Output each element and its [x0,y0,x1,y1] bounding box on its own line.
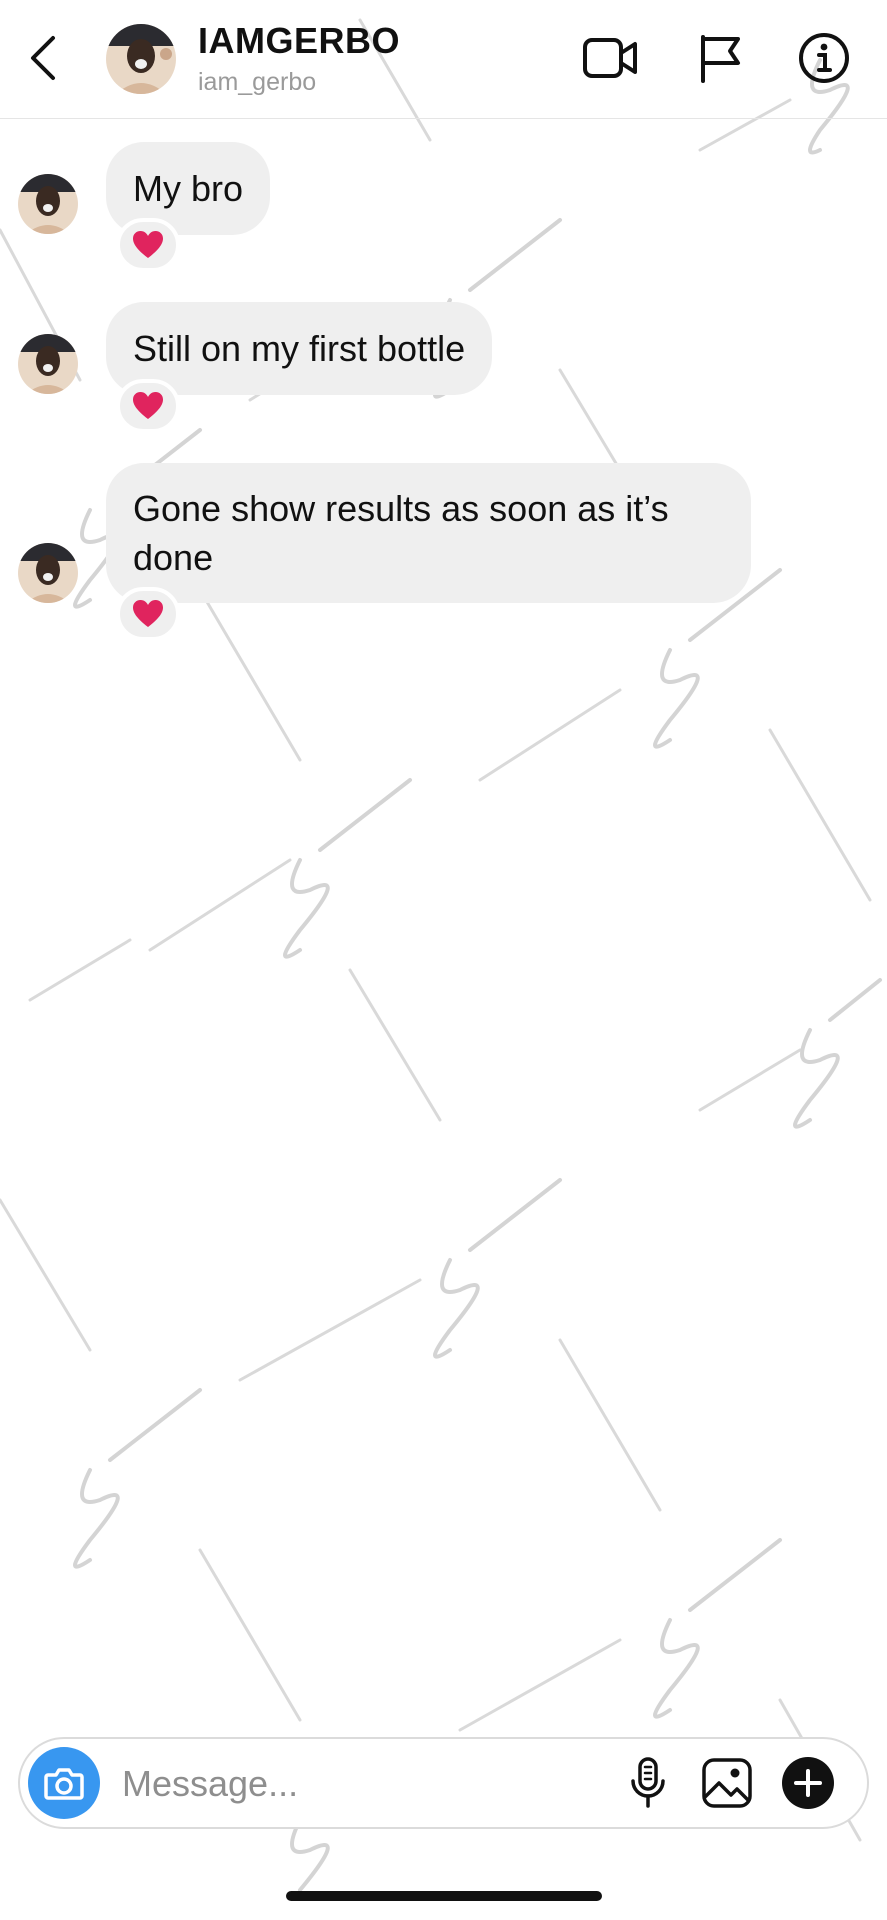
message-reaction[interactable] [116,587,180,641]
message-input[interactable] [120,1753,604,1815]
heart-icon [133,392,163,419]
avatar [18,334,78,394]
avatar [106,24,176,94]
camera-icon [44,1768,84,1800]
heart-icon [133,231,163,258]
message-reaction[interactable] [116,379,180,433]
message-text: Gone show results as soon as it’s done [133,488,669,578]
back-button[interactable] [22,30,62,85]
camera-button[interactable] [28,1747,100,1819]
sender-avatar[interactable] [18,543,78,603]
contact-username[interactable]: iam_gerbo [198,68,316,97]
avatar [18,543,78,603]
report-button[interactable] [690,28,750,88]
home-indicator[interactable] [286,1891,602,1901]
sender-avatar[interactable] [18,174,78,234]
flag-icon [701,35,740,83]
heart-icon [133,600,163,627]
microphone-icon [631,1757,665,1808]
message-composer [18,1737,869,1829]
watermark-pattern [0,18,882,1892]
gallery-button[interactable] [697,1753,757,1813]
message-bubble[interactable]: Gone show results as soon as it’s done [106,463,751,603]
more-options-button[interactable] [778,1753,838,1813]
plus-icon [782,1757,834,1809]
info-icon [799,33,849,83]
voice-message-button[interactable] [618,1753,678,1813]
info-button[interactable] [794,28,854,88]
video-camera-icon [583,38,637,78]
message-reaction[interactable] [116,218,180,272]
chevron-left-icon [31,35,55,80]
avatar [18,174,78,234]
message-text: My bro [133,168,244,209]
header-avatar[interactable] [106,24,176,94]
contact-display-name[interactable]: IAMGERBO [198,20,400,62]
sender-avatar[interactable] [18,334,78,394]
chat-header: IAMGERBO iam_gerbo [0,0,887,119]
image-icon [702,1758,752,1808]
message-text: Still on my first bottle [133,328,466,369]
video-call-button[interactable] [580,28,640,88]
